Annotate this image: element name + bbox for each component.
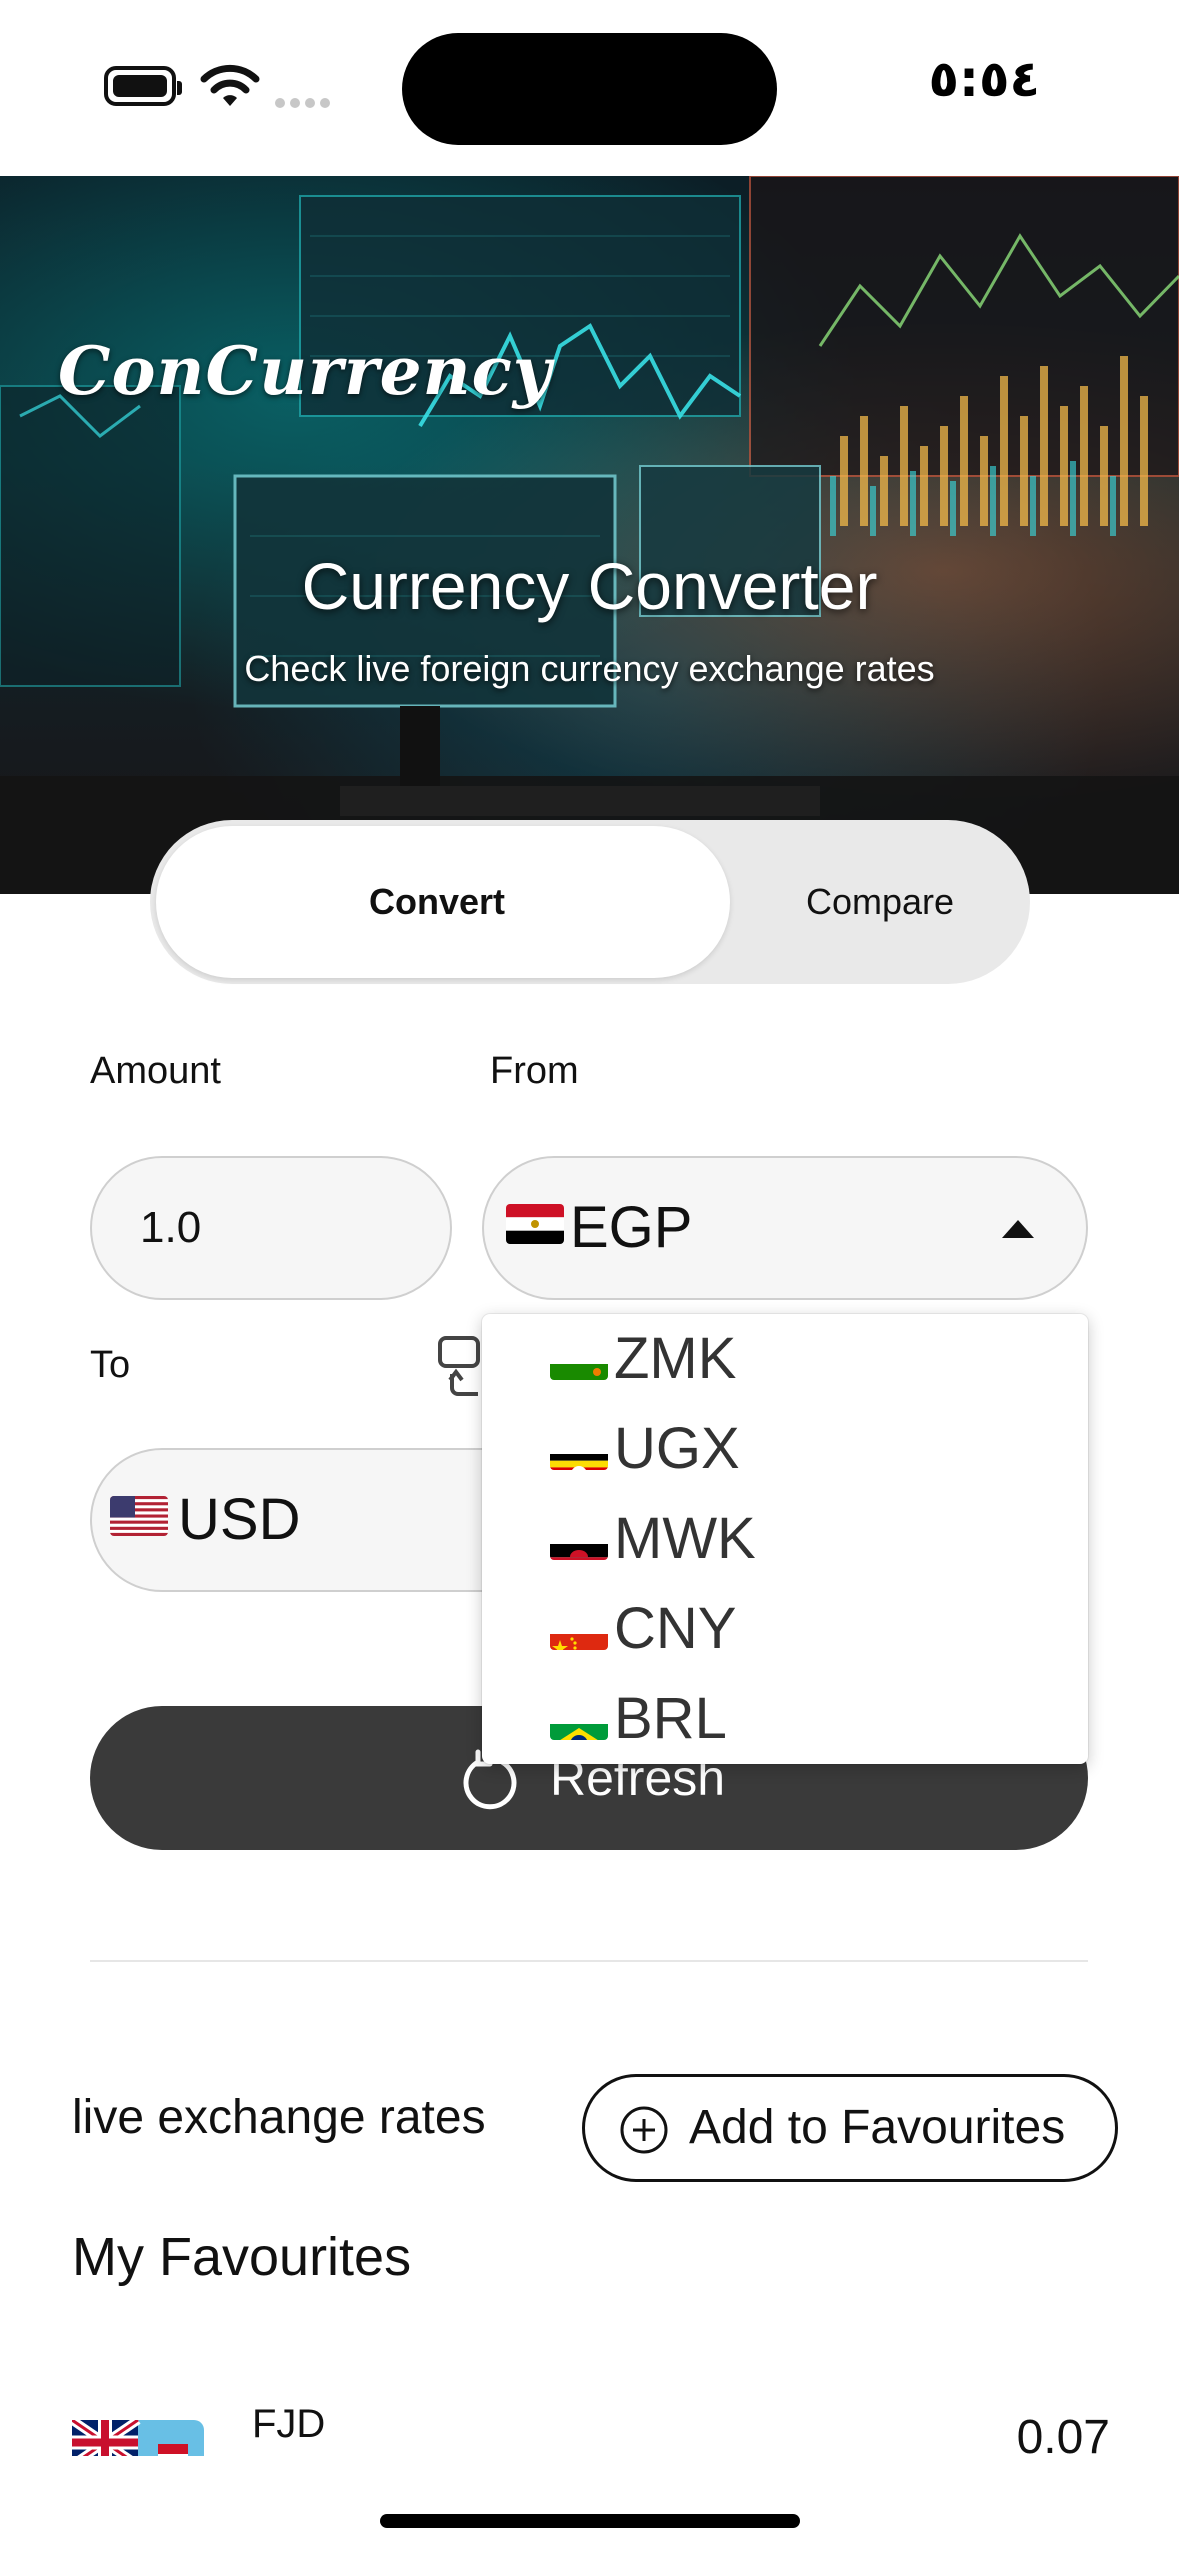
brazil-flag-icon	[550, 1700, 608, 1740]
mode-toggle: Convert Compare	[150, 820, 1030, 984]
dropdown-option-label: MWK	[614, 1506, 756, 1571]
from-currency-code: EGP	[570, 1195, 693, 1260]
favourites-heading: My Favourites	[72, 2227, 412, 2287]
dynamic-island	[402, 33, 777, 145]
tab-compare[interactable]: Compare	[730, 820, 1030, 984]
cellular-signal-icon	[275, 95, 335, 113]
page-title: Currency Converter	[301, 549, 878, 623]
uganda-flag-icon	[550, 1430, 608, 1470]
usa-flag-icon	[110, 1496, 168, 1536]
tab-convert[interactable]: Convert	[156, 820, 718, 984]
favourite-currency-code: FJD	[252, 2402, 326, 2446]
from-label: From	[490, 1050, 579, 1092]
favourite-row[interactable]: FJD 0.07	[0, 2400, 1179, 2456]
section-divider	[90, 1960, 1088, 1962]
amount-label: Amount	[90, 1050, 221, 1092]
add-to-favourites-label: Add to Favourites	[689, 2101, 1066, 2154]
amount-input[interactable]: 1.0	[90, 1156, 452, 1300]
status-bar: ٥:٥٤	[0, 0, 1179, 176]
dropdown-option-label: UGX	[614, 1416, 740, 1481]
china-flag-icon	[550, 1610, 608, 1650]
to-currency-code: USD	[178, 1487, 301, 1552]
wifi-icon	[200, 64, 260, 106]
to-label: To	[90, 1344, 131, 1386]
from-currency-select[interactable]: EGP	[482, 1156, 1088, 1300]
live-rates-title: live exchange rates	[72, 2091, 486, 2144]
caret-up-icon	[1002, 1220, 1034, 1238]
add-to-favourites-button[interactable]: Add to Favourites	[582, 2074, 1118, 2182]
page-subtitle: Check live foreign currency exchange rat…	[244, 648, 935, 689]
brand-logo: ConCurrency	[58, 332, 553, 410]
dropdown-option-label: CNY	[614, 1596, 737, 1661]
dropdown-option-label: ZMK	[614, 1326, 737, 1391]
home-indicator	[380, 2514, 800, 2528]
amount-value: 1.0	[140, 1203, 202, 1252]
egypt-flag-icon	[506, 1204, 564, 1244]
from-currency-dropdown: ZMK UGX MWK CNY BRL	[482, 1314, 1088, 1764]
add-circle-icon	[620, 2106, 668, 2154]
hero-banner: ConCurrency Currency Converter Check liv…	[0, 176, 1179, 894]
zambia-flag-icon	[550, 1340, 608, 1380]
fiji-flag-icon	[72, 2420, 204, 2456]
hero-background-image	[0, 176, 1179, 894]
battery-icon	[104, 66, 182, 106]
dropdown-option-label: BRL	[614, 1686, 727, 1751]
app-screen: ٥:٥٤ ConCurrency Currency Converter Chec…	[0, 0, 1179, 2556]
malawi-flag-icon	[550, 1520, 608, 1560]
status-time: ٥:٥٤	[928, 50, 1040, 108]
favourite-rate: 0.07	[1016, 2411, 1110, 2456]
